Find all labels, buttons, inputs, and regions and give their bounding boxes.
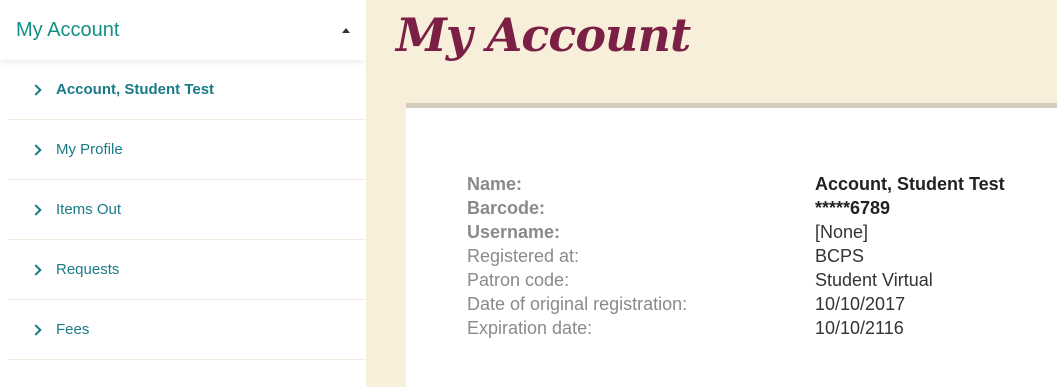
info-value: Account, Student Test bbox=[815, 174, 1005, 194]
page-title: My Account bbox=[396, 8, 691, 62]
info-row-registered-at: Registered at: BCPS bbox=[467, 244, 1005, 268]
sidebar-item-label: Fees bbox=[56, 321, 90, 338]
info-label: Name: bbox=[467, 174, 523, 194]
sidebar-item-my-profile[interactable]: My Profile bbox=[8, 120, 366, 180]
sidebar-item-account[interactable]: Account, Student Test bbox=[8, 60, 366, 120]
info-label: Date of original registration: bbox=[467, 294, 688, 314]
sidebar-item-label: My Profile bbox=[56, 141, 123, 158]
chevron-right-icon bbox=[30, 263, 42, 276]
info-value: 10/10/2116 bbox=[815, 318, 904, 338]
info-value: Student Virtual bbox=[815, 270, 933, 290]
main-content: My Account Name: Account, Student Test B… bbox=[366, 0, 1057, 392]
caret-up-icon bbox=[342, 27, 350, 33]
info-label: Patron code: bbox=[467, 270, 570, 290]
sidebar-header-label: My Account bbox=[16, 18, 120, 41]
account-info-list: Name: Account, Student Test Barcode: ***… bbox=[467, 172, 1005, 340]
info-value: 10/10/2017 bbox=[815, 294, 906, 314]
info-value: BCPS bbox=[815, 246, 865, 266]
sidebar-item-label: Requests bbox=[56, 261, 120, 278]
sidebar-header-my-account[interactable]: My Account bbox=[0, 0, 366, 60]
info-value: [None] bbox=[815, 222, 869, 242]
info-row-barcode: Barcode: *****6789 bbox=[467, 196, 1005, 220]
sidebar-item-items-out[interactable]: Items Out bbox=[8, 180, 366, 240]
account-info-panel: Name: Account, Student Test Barcode: ***… bbox=[406, 103, 1057, 392]
info-row-expiration-date: Expiration date: 10/10/2116 bbox=[467, 316, 1005, 340]
info-label: Registered at: bbox=[467, 246, 580, 266]
info-label: Expiration date: bbox=[467, 318, 593, 338]
chevron-right-icon bbox=[30, 323, 42, 336]
sidebar: My Account Account, Student Test My Prof… bbox=[0, 0, 366, 387]
sidebar-item-label: Items Out bbox=[56, 201, 122, 218]
sidebar-item-requests[interactable]: Requests bbox=[8, 240, 366, 300]
info-value: *****6789 bbox=[815, 198, 891, 218]
chevron-right-icon bbox=[30, 143, 42, 156]
sidebar-nav: Account, Student Test My Profile Items O… bbox=[8, 60, 366, 360]
info-row-patron-code: Patron code: Student Virtual bbox=[467, 268, 1005, 292]
chevron-right-icon bbox=[30, 203, 42, 216]
sidebar-item-label: Account, Student Test bbox=[56, 81, 215, 98]
info-row-username: Username: [None] bbox=[467, 220, 1005, 244]
info-label: Barcode: bbox=[467, 198, 546, 218]
info-row-name: Name: Account, Student Test bbox=[467, 172, 1005, 196]
info-label: Username: bbox=[467, 222, 561, 242]
chevron-right-icon bbox=[30, 83, 42, 96]
sidebar-item-fees[interactable]: Fees bbox=[8, 300, 366, 360]
info-row-original-registration: Date of original registration: 10/10/201… bbox=[467, 292, 1005, 316]
